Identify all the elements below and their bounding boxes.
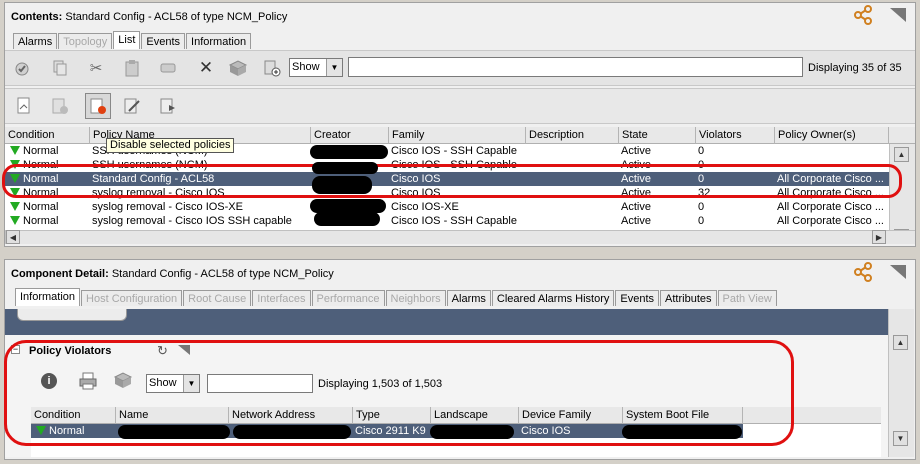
chevron-down-icon: ▼ — [326, 59, 342, 76]
condition-label: Normal — [23, 215, 59, 227]
scroll-down-button[interactable]: ▼ — [893, 431, 908, 446]
table-cell: All Corporate Cisco ... — [777, 215, 884, 227]
tab-interfaces: Interfaces — [252, 290, 311, 306]
status-normal-icon — [10, 146, 20, 155]
redaction — [430, 425, 514, 439]
table-cell: Active — [621, 215, 651, 227]
contents-toolbar: ✂ ✕ Show ▼ Displaying 35 of 35 — [5, 50, 915, 86]
collapse-icon[interactable] — [889, 264, 907, 283]
status-normal-icon — [10, 216, 20, 225]
tab-alarms[interactable]: Alarms — [13, 33, 58, 49]
cut-icon[interactable]: ✂ — [85, 57, 107, 79]
scroll-up-button[interactable]: ▲ — [893, 335, 908, 350]
redaction — [312, 176, 372, 194]
table-cell: Active — [621, 145, 651, 157]
tab-information[interactable]: Information — [186, 33, 252, 49]
displaying-count: Displaying 35 of 35 — [808, 62, 902, 74]
scroll-left-button[interactable]: ◀ — [6, 230, 20, 244]
detail-scrollbar[interactable]: ▲ ▼ — [888, 309, 914, 457]
horizontal-scrollbar[interactable]: ◀ ▶ — [5, 230, 915, 244]
tab-events[interactable]: Events — [141, 33, 186, 49]
tab-cleared-alarms-history[interactable]: Cleared Alarms History — [491, 290, 615, 306]
column-header[interactable]: Condition — [5, 127, 90, 144]
filter-input[interactable] — [348, 57, 803, 77]
redaction — [118, 425, 230, 439]
redaction — [310, 145, 388, 159]
tab-performance: Performance — [311, 290, 385, 306]
status-normal-icon — [10, 202, 20, 211]
detail-title: Component Detail: Standard Config - ACL5… — [11, 268, 334, 280]
table-cell: All Corporate Cisco ... — [777, 201, 884, 213]
condition-label: Normal — [23, 201, 59, 213]
detail-header-band — [5, 309, 888, 335]
tab-path-view: Path View — [717, 290, 777, 306]
condition-cell: Normal — [5, 144, 90, 158]
scroll-up-button[interactable]: ▲ — [894, 147, 909, 162]
tooltip: Disable selected policies — [106, 138, 235, 153]
column-header[interactable]: Family — [389, 127, 526, 144]
table-cell — [526, 214, 619, 228]
policy-toolbar — [5, 88, 915, 124]
clear-icon[interactable] — [11, 57, 33, 79]
table-cell: syslog removal - Cisco IOS-XE — [92, 201, 243, 213]
condition-cell: Normal — [5, 200, 90, 214]
tab-information[interactable]: Information — [15, 288, 81, 306]
table-cell: 0 — [698, 201, 705, 213]
share-icon[interactable] — [853, 262, 873, 287]
table-cell: Cisco IOS - SSH Capable — [391, 215, 517, 227]
table-cell: Cisco IOS - SSH Capable — [391, 145, 517, 157]
show-select[interactable]: Show ▼ — [289, 58, 343, 77]
table-cell — [775, 144, 889, 158]
table-row[interactable]: Normal syslog removal - Cisco IOS SSH cap… — [5, 214, 889, 228]
redaction — [310, 199, 386, 213]
add-attribute-icon[interactable] — [261, 57, 283, 79]
delete-icon[interactable]: ✕ — [195, 57, 217, 79]
contents-title: Contents: Standard Config - ACL58 of typ… — [11, 11, 288, 23]
enable-policy-icon[interactable] — [49, 95, 71, 117]
redaction — [233, 425, 351, 439]
configure-icon[interactable] — [227, 57, 249, 79]
export-policy-icon[interactable] — [157, 95, 179, 117]
column-header[interactable]: Violators — [696, 127, 775, 144]
table-row[interactable]: Normal syslog removal - Cisco IOS-XE Cisco… — [5, 200, 889, 214]
tab-root-cause: Root Cause — [183, 290, 252, 306]
condition-cell: Normal — [5, 214, 90, 228]
share-icon[interactable] — [853, 5, 873, 30]
new-policy-icon[interactable] — [13, 95, 35, 117]
condition-label: Normal — [23, 145, 59, 157]
edit-policy-icon[interactable] — [121, 95, 143, 117]
contents-tabs: Alarms Topology List Events Information — [13, 31, 252, 49]
redaction — [622, 425, 742, 439]
column-header[interactable]: Creator — [311, 127, 389, 144]
column-header[interactable]: Policy Owner(s) — [775, 127, 889, 144]
tab-alarms[interactable]: Alarms — [446, 290, 491, 306]
redaction — [312, 162, 378, 174]
tab-topology: Topology — [58, 33, 113, 49]
table-cell: 0 — [698, 215, 705, 227]
collapsed-section — [17, 309, 127, 321]
copy-icon[interactable] — [49, 57, 71, 79]
table-cell: 0 — [698, 145, 705, 157]
column-header[interactable]: Description — [526, 127, 619, 144]
highlight-box — [2, 164, 902, 198]
tab-host-configuration: Host Configuration — [81, 290, 183, 306]
tab-neighbors: Neighbors — [385, 290, 446, 306]
collapse-icon[interactable] — [889, 7, 907, 26]
tab-attributes[interactable]: Attributes — [660, 290, 717, 306]
tab-events[interactable]: Events — [615, 290, 660, 306]
table-cell — [526, 144, 619, 158]
eraser-icon[interactable] — [157, 57, 179, 79]
paste-icon[interactable] — [121, 57, 143, 79]
tab-list[interactable]: List — [113, 31, 141, 49]
disable-policy-icon[interactable] — [85, 93, 111, 119]
table-cell: syslog removal - Cisco IOS SSH capable — [92, 215, 292, 227]
table-cell — [526, 200, 619, 214]
column-header[interactable]: State — [619, 127, 696, 144]
redaction — [314, 212, 380, 226]
table-cell: Active — [621, 201, 651, 213]
table-cell: Cisco IOS-XE — [391, 201, 459, 213]
scroll-right-button[interactable]: ▶ — [872, 230, 886, 244]
detail-tabs: Information Host Configuration Root Cause I… — [15, 288, 778, 306]
